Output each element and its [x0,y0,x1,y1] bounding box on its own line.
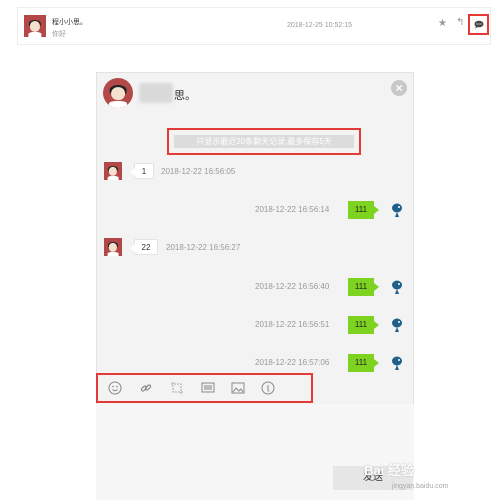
message-time: 2018-12-22 16:56:14 [255,205,330,214]
message-time: 2018-12-25 10:52:15 [287,22,352,29]
emoji-icon[interactable] [108,381,122,395]
watermark-url: jingyan.baidu.com [392,483,449,490]
message-bubble: 22 [130,239,158,255]
reply-icon[interactable]: ↰ [456,17,464,28]
bird-avatar-icon [392,280,402,294]
blurred-name [139,83,173,103]
sender-name: 程小小思。 [52,19,87,26]
history-notice: 只显示最近20条聊天记录,最多保存5天 [174,135,354,148]
bird-avatar-icon [392,318,402,332]
message-time: 2018-12-22 16:56:27 [166,243,241,252]
screen-share-icon[interactable] [201,381,215,395]
message-bubble: 1 [130,163,154,179]
message-time: 2018-12-22 16:56:40 [255,282,330,291]
chat-avatar [103,78,133,108]
chat-button[interactable] [468,14,489,35]
message-bubble: 111 [348,278,379,296]
screenshot-icon[interactable] [170,381,184,395]
message-time: 2018-12-22 16:57:06 [255,358,330,367]
message-bubble: 111 [348,316,379,334]
image-icon[interactable] [231,381,245,395]
message-time: 2018-12-22 16:56:51 [255,320,330,329]
message-row[interactable]: 程小小思。 你好 2018-12-25 10:52:15 ★ ↰ [17,7,491,45]
close-button[interactable]: × [391,80,407,96]
avatar [24,15,46,37]
link-icon[interactable] [139,381,153,395]
message-avatar [104,238,122,256]
input-toolbar [96,373,313,403]
message-bubble: 111 [348,354,379,372]
close-icon: × [395,81,403,95]
message-avatar [104,162,122,180]
message-bubble: 111 [348,201,379,219]
chat-bubble-icon [474,20,483,29]
message-time: 2018-12-22 16:56:05 [161,167,236,176]
chat-header: 思。 × [97,73,413,117]
chat-name: 思。 [174,90,196,102]
notice-highlight: 只显示最近20条聊天记录,最多保存5天 [167,128,361,155]
attachment-icon[interactable] [261,381,275,395]
bird-avatar-icon [392,203,402,217]
message-preview: 你好 [52,31,66,38]
star-icon[interactable]: ★ [438,18,447,29]
watermark: Bai 经验 [364,463,414,478]
bird-avatar-icon [392,356,402,370]
